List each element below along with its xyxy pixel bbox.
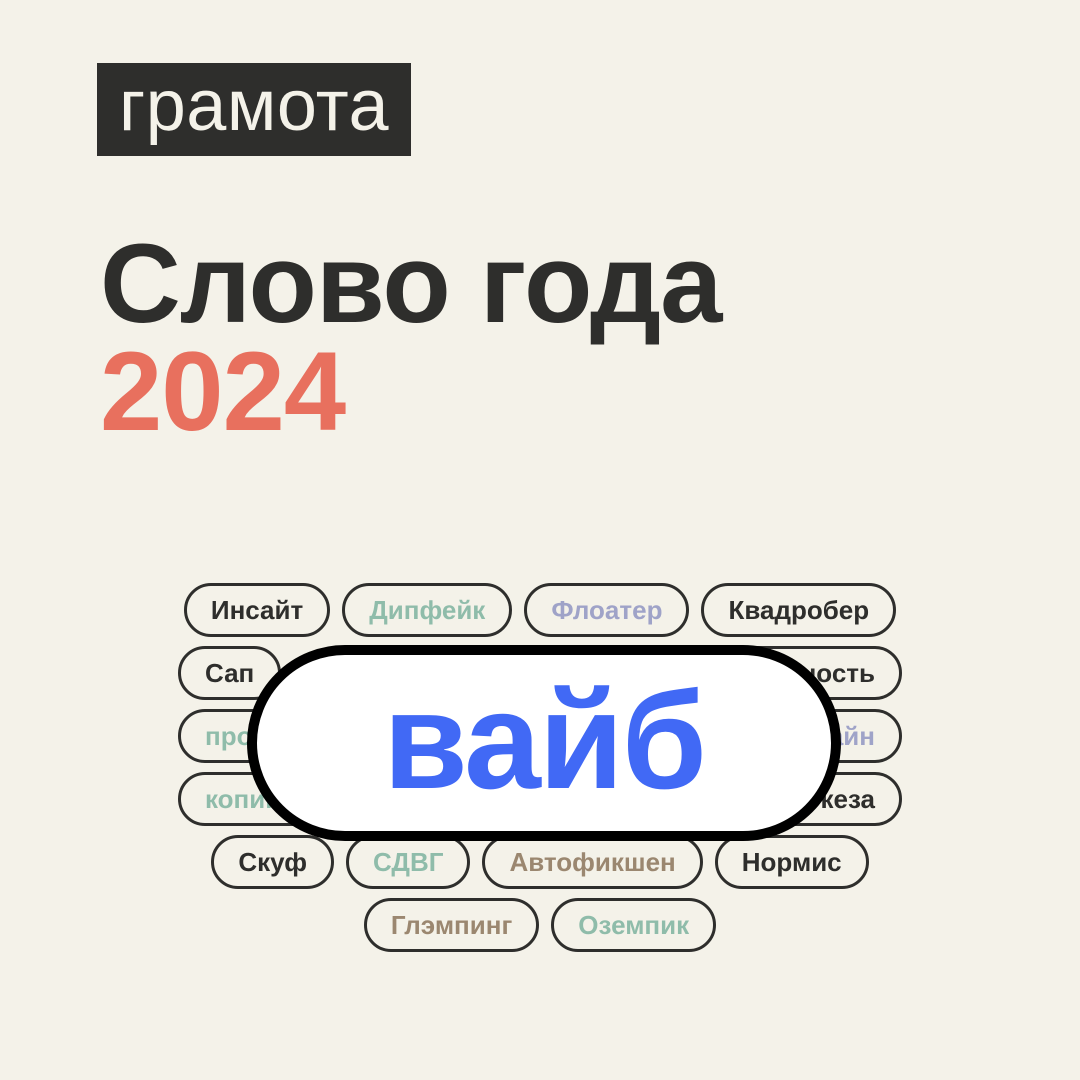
winner-word-label: вайб: [383, 664, 707, 818]
word-chip[interactable]: Флоатер: [524, 583, 690, 637]
winner-word-bubble: вайб: [247, 645, 841, 841]
word-chip[interactable]: Квадробер: [701, 583, 897, 637]
word-chip[interactable]: Скуф: [211, 835, 334, 889]
word-chip[interactable]: Оземпик: [551, 898, 717, 952]
brand-logo-text: грамота: [119, 66, 390, 146]
word-chip-row: Глэмпинг Оземпик: [0, 898, 1080, 952]
word-chip-row: Инсайт Дипфейк Флоатер Квадробер: [0, 583, 1080, 637]
word-chip[interactable]: Дипфейк: [342, 583, 513, 637]
page-title: Слово года 2024: [100, 221, 722, 455]
word-chip[interactable]: Глэмпинг: [363, 898, 540, 952]
word-chip-row: Скуф СДВГ Автофикшен Нормис: [0, 835, 1080, 889]
brand-logo: грамота: [97, 63, 412, 156]
word-chip[interactable]: Инсайт: [183, 583, 331, 637]
word-chip[interactable]: СДВГ: [346, 835, 471, 889]
headline-year: 2024: [100, 329, 346, 455]
word-chip[interactable]: Нормис: [714, 835, 869, 889]
headline-title: Слово года: [100, 221, 722, 346]
word-chip[interactable]: Автофикшен: [482, 835, 703, 889]
poster-canvas: грамота Слово года 2024 Инсайт Дипфейк Фло…: [0, 0, 1080, 1080]
